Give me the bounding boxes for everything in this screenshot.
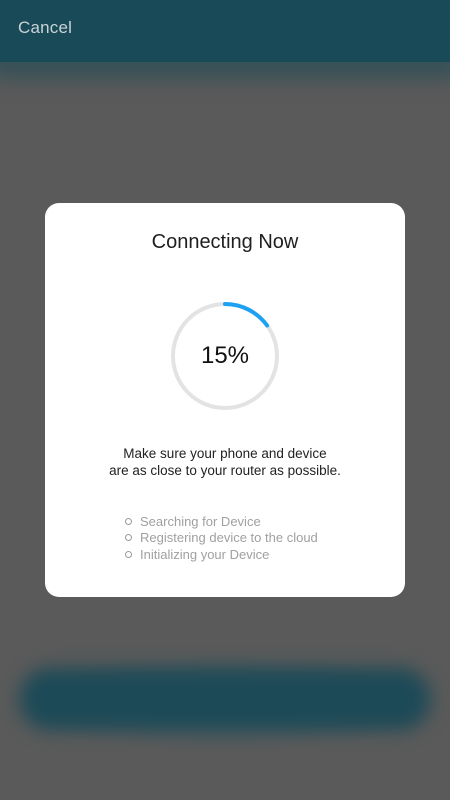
progress-percent-label: 15% [200, 342, 250, 369]
blurred-background-button [20, 668, 430, 730]
message-line-2: are as close to your router as possible. [109, 463, 341, 478]
cancel-button[interactable]: Cancel [18, 18, 72, 38]
proximity-message: Make sure your phone and device are as c… [45, 445, 405, 479]
step-label: Registering device to the cloud [140, 530, 318, 546]
hollow-circle-icon [125, 550, 132, 558]
step-searching: Searching for Device [125, 513, 318, 530]
hollow-circle-icon [125, 534, 132, 542]
message-line-1: Make sure your phone and device [123, 446, 327, 461]
step-registering: Registering device to the cloud [125, 530, 318, 547]
step-initializing: Initializing your Device [125, 546, 318, 563]
hollow-circle-icon [125, 517, 132, 525]
step-label: Searching for Device [140, 513, 261, 529]
progress-ring: 15% [170, 301, 280, 411]
connecting-modal: Connecting Now 15% Make sure your phone … [45, 203, 405, 597]
step-label: Initializing your Device [140, 546, 270, 562]
modal-title: Connecting Now [151, 231, 299, 253]
app-screen: Cancel Connecting Now 15% Make sure your… [0, 0, 450, 800]
connection-steps-list: Searching for Device Registering device … [125, 513, 318, 563]
